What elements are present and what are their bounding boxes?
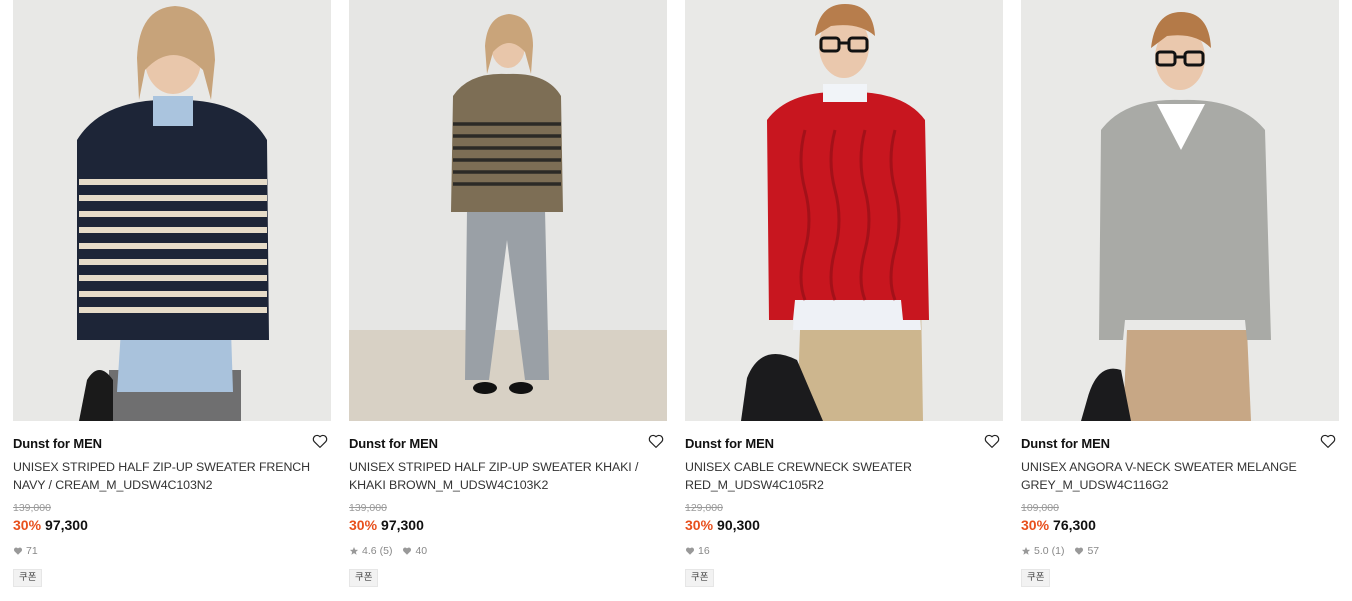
product-name[interactable]: UNISEX CABLE CREWNECK SWEATER RED_M_UDSW… <box>685 458 985 494</box>
brand-name[interactable]: Dunst for MEN <box>349 436 438 451</box>
like-heart-icon <box>403 547 412 555</box>
like-count: 57 <box>1087 545 1100 557</box>
original-price: 139,000 <box>13 502 51 514</box>
product-card[interactable]: Dunst for MEN UNISEX STRIPED HALF ZIP-UP… <box>349 0 667 587</box>
product-image[interactable] <box>1021 0 1339 421</box>
product-grid: Dunst for MEN UNISEX STRIPED HALF ZIP-UP… <box>13 0 1339 587</box>
product-meta: 5.0 (1) 57 <box>1021 544 1339 558</box>
like-count: 71 <box>26 545 38 557</box>
like-heart-icon <box>685 547 695 555</box>
model-photo-striped-khaki-sweater-icon <box>349 0 667 421</box>
wishlist-heart-icon[interactable] <box>647 432 665 450</box>
coupon-badge: 쿠폰 <box>349 569 379 587</box>
product-meta: 4.6 (5) 40 <box>349 544 667 558</box>
sale-price: 76,300 <box>1053 517 1096 533</box>
coupon-badge: 쿠폰 <box>13 569 43 587</box>
wishlist-heart-icon[interactable] <box>311 432 329 450</box>
like-count: 16 <box>698 545 710 557</box>
discount-rate: 30% <box>13 517 42 533</box>
wishlist-heart-icon[interactable] <box>1319 432 1337 450</box>
like-heart-icon <box>1075 547 1084 555</box>
price-row: 30% 97,300 <box>13 516 331 534</box>
original-price: 109,000 <box>1021 502 1059 514</box>
coupon-badge: 쿠폰 <box>1021 569 1051 587</box>
discount-rate: 30% <box>1021 517 1050 533</box>
product-meta: 71 <box>13 544 331 558</box>
sale-price: 97,300 <box>45 517 88 533</box>
price-row: 30% 76,300 <box>1021 516 1339 534</box>
review-count: (5) <box>379 545 393 557</box>
price-row: 30% 97,300 <box>349 516 667 534</box>
price-row: 30% 90,300 <box>685 516 1003 534</box>
coupon-badge: 쿠폰 <box>685 569 715 587</box>
product-name[interactable]: UNISEX STRIPED HALF ZIP-UP SWEATER FRENC… <box>13 458 313 494</box>
product-image[interactable] <box>685 0 1003 421</box>
product-meta: 16 <box>685 544 1003 558</box>
like-count: 40 <box>415 545 428 557</box>
star-icon <box>349 547 359 555</box>
product-name[interactable]: UNISEX STRIPED HALF ZIP-UP SWEATER KHAKI… <box>349 458 649 494</box>
product-card[interactable]: Dunst for MEN UNISEX STRIPED HALF ZIP-UP… <box>13 0 331 587</box>
discount-rate: 30% <box>685 517 714 533</box>
brand-name[interactable]: Dunst for MEN <box>13 436 102 451</box>
original-price: 129,000 <box>685 502 723 514</box>
product-image[interactable] <box>13 0 331 421</box>
sale-price: 97,300 <box>381 517 424 533</box>
sale-price: 90,300 <box>717 517 760 533</box>
wishlist-heart-icon[interactable] <box>983 432 1001 450</box>
product-card[interactable]: Dunst for MEN UNISEX CABLE CREWNECK SWEA… <box>685 0 1003 587</box>
star-icon <box>1021 547 1031 555</box>
product-card[interactable]: Dunst for MEN UNISEX ANGORA V-NECK SWEAT… <box>1021 0 1339 587</box>
review-count: (1) <box>1051 545 1065 557</box>
model-photo-red-cable-sweater-icon <box>685 0 1003 421</box>
like-heart-icon <box>13 547 23 555</box>
original-price: 139,000 <box>349 502 387 514</box>
product-image[interactable] <box>349 0 667 421</box>
discount-rate: 30% <box>349 517 378 533</box>
brand-name[interactable]: Dunst for MEN <box>685 436 774 451</box>
model-photo-striped-navy-sweater-icon <box>13 0 331 421</box>
rating-score: 5.0 <box>1034 545 1049 557</box>
model-photo-grey-vneck-sweater-icon <box>1021 0 1339 421</box>
rating-score: 4.6 <box>362 545 377 557</box>
brand-name[interactable]: Dunst for MEN <box>1021 436 1110 451</box>
product-name[interactable]: UNISEX ANGORA V-NECK SWEATER MELANGE GRE… <box>1021 458 1321 494</box>
